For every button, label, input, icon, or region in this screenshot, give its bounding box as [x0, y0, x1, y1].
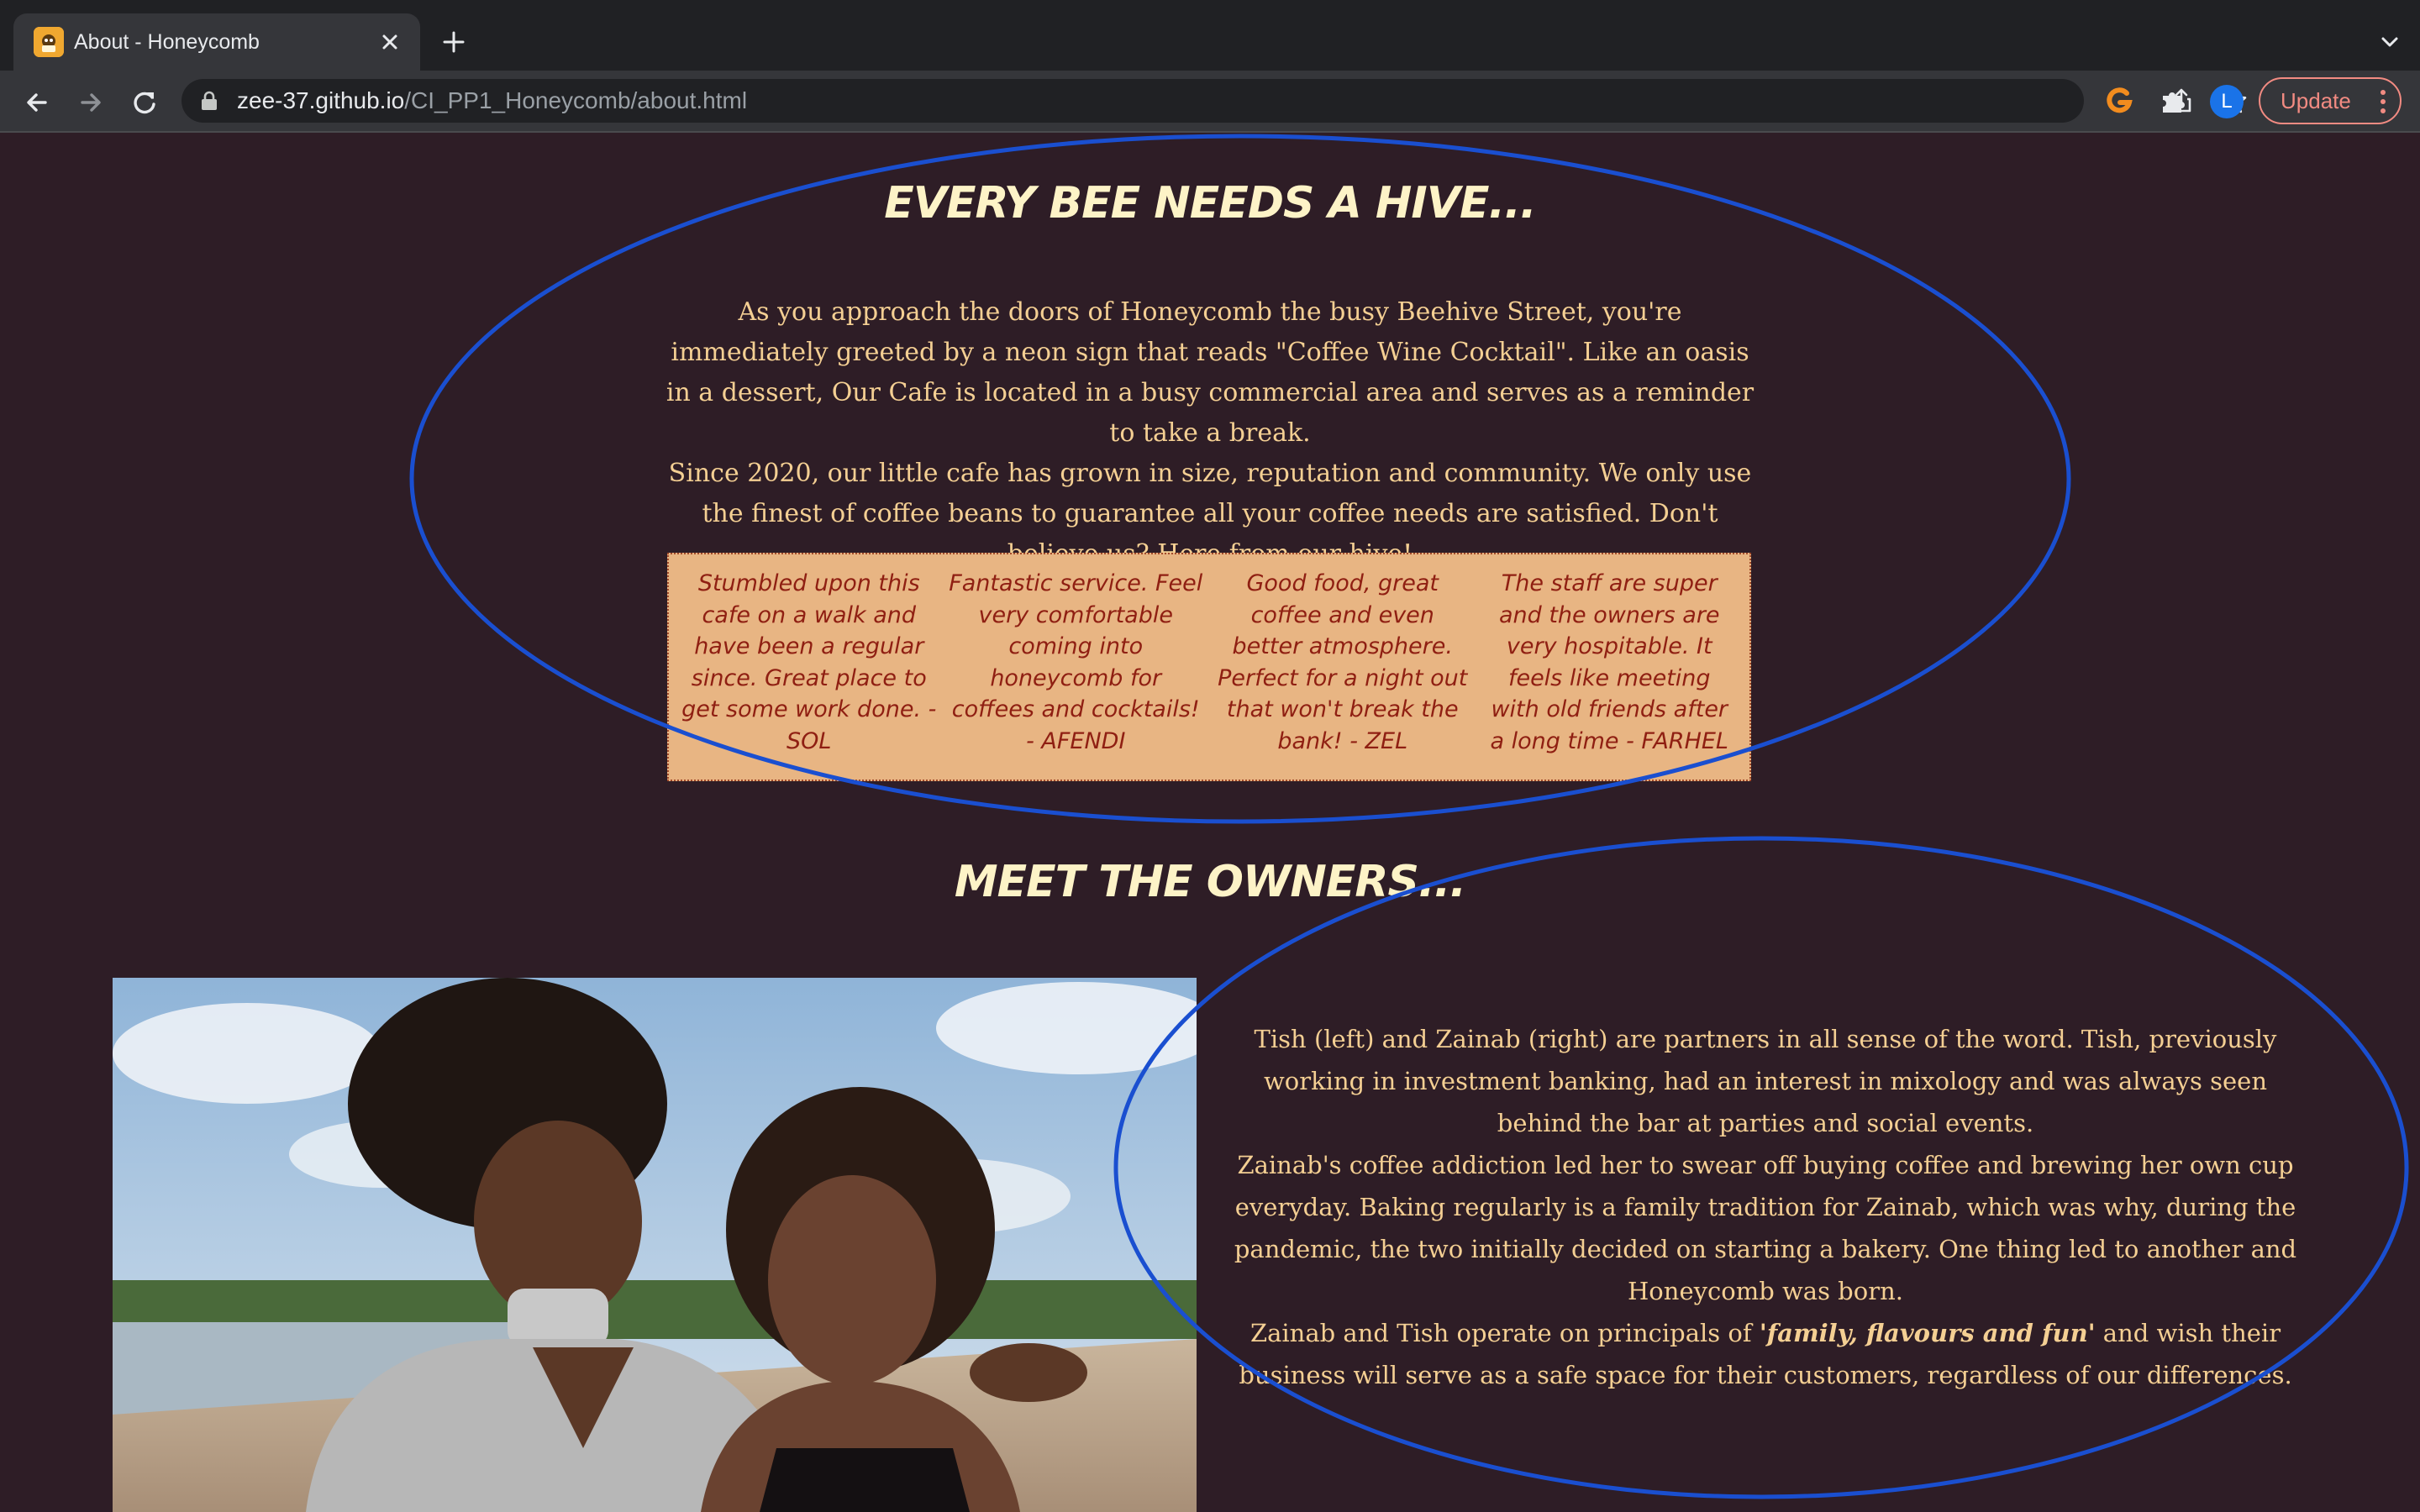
about-page: EVERY BEE NEEDS A HIVE... As you approac… [0, 133, 2420, 1512]
review-farhel: The staff are super and the owners are v… [1490, 570, 1728, 754]
extension-g-icon[interactable] [2102, 84, 2136, 118]
url-host: zee-37.github.io [237, 87, 405, 113]
reviews-box: Stumbled upon this cafe on a walk and ha… [667, 553, 1751, 781]
owners-text: Tish (left) and Zainab (right) are partn… [1223, 1018, 2307, 1396]
intro-text: As you approach the doors of Honeycomb t… [664, 292, 1756, 575]
browser-tab-strip: About - Honeycomb [0, 0, 2420, 71]
review-afendi: Fantastic service. Feel very comfortable… [949, 570, 1203, 754]
profile-avatar[interactable]: L [2210, 85, 2244, 118]
hive-section-heading: EVERY BEE NEEDS A HIVE... [884, 178, 1537, 228]
owners-section-heading: MEET THE OWNERS... [954, 857, 1466, 907]
owners-paragraph: Tish (left) and Zainab (right) are partn… [1254, 1025, 2277, 1137]
browser-tab-about-honeycomb[interactable]: About - Honeycomb [13, 13, 420, 71]
tab-title: About - Honeycomb [74, 30, 260, 54]
owners-paragraph-values: Zainab and Tish operate on principals of… [1223, 1312, 2307, 1396]
url-text[interactable]: zee-37.github.io/CI_PP1_Honeycomb/about.… [237, 79, 747, 123]
owners-paragraph: Zainab's coffee addiction led her to swe… [1234, 1151, 2297, 1305]
url-path: /CI_PP1_Honeycomb/about.html [404, 87, 748, 113]
extensions-puzzle-icon[interactable] [2156, 84, 2190, 118]
back-arrow-icon[interactable] [18, 84, 55, 121]
forward-arrow-icon[interactable] [72, 84, 109, 121]
review-zel: Good food, great coffee and even better … [1218, 570, 1468, 754]
intro-paragraph: As you approach the doors of Honeycomb t… [666, 297, 1754, 448]
browser-toolbar: zee-37.github.io/CI_PP1_Honeycomb/about.… [0, 71, 2420, 131]
owners-photo [113, 978, 1197, 1512]
address-bar[interactable]: zee-37.github.io/CI_PP1_Honeycomb/about.… [182, 79, 2247, 123]
review-sol: Stumbled upon this cafe on a walk and ha… [681, 570, 937, 754]
new-tab-plus-icon[interactable] [437, 25, 471, 59]
honeycomb-favicon-icon [34, 27, 64, 57]
more-menu-kebab-icon[interactable] [2380, 89, 2386, 114]
update-button-label: Update [2281, 88, 2351, 113]
owners-paragraph-start: Zainab and Tish operate on principals of [1249, 1319, 1760, 1347]
motto-text: 'family, flavours and fun' [1759, 1319, 2096, 1347]
close-tab-icon[interactable] [373, 25, 407, 59]
reload-icon[interactable] [126, 84, 163, 121]
update-button[interactable]: Update [2259, 77, 2402, 124]
tab-search-chevron-down-icon[interactable] [2373, 25, 2407, 59]
lock-icon[interactable] [200, 91, 218, 111]
